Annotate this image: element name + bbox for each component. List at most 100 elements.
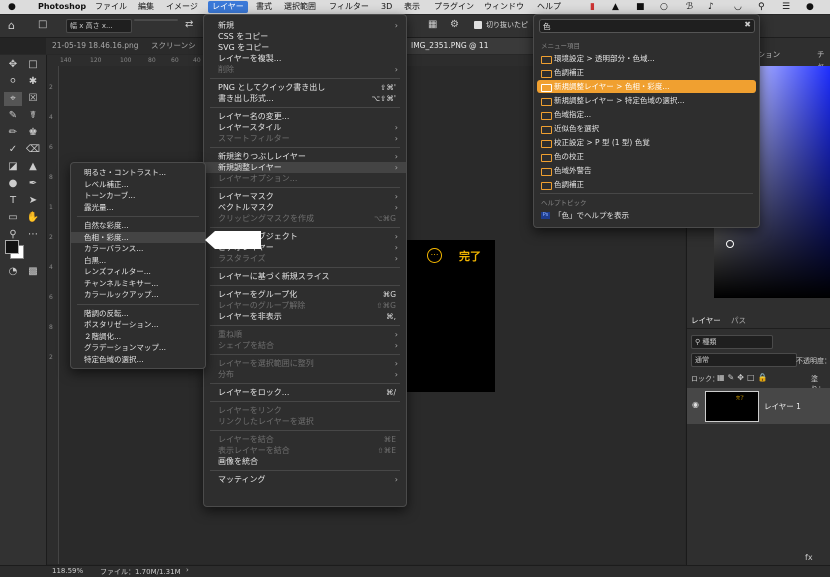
healing-brush-icon[interactable]: ☤ bbox=[24, 109, 42, 123]
search-icon[interactable]: ⚲ bbox=[758, 1, 765, 13]
menu-layer[interactable]: レイヤー bbox=[208, 1, 248, 13]
width-input[interactable] bbox=[134, 19, 178, 21]
hand-tool-icon[interactable]: ✋ bbox=[24, 211, 42, 225]
adjustment-menu-item[interactable]: 色相・彩度... bbox=[71, 231, 205, 243]
foreground-color-swatch[interactable] bbox=[5, 240, 19, 254]
delete-pixels-checkbox[interactable] bbox=[474, 21, 482, 29]
menu-filter[interactable]: フィルター bbox=[329, 1, 369, 13]
layer-menu-item[interactable]: レイヤーをグループ化 ⌘G bbox=[204, 289, 406, 300]
fx-icon[interactable]: fx bbox=[805, 553, 813, 562]
menu-view[interactable]: 表示 bbox=[404, 1, 420, 13]
adjustment-menu-item[interactable]: トーンカーブ... bbox=[71, 190, 205, 201]
rectangle-tool-icon[interactable]: ▭ bbox=[4, 211, 22, 225]
quick-mask-icon[interactable]: ◔ bbox=[4, 265, 22, 279]
help-result-item[interactable]: 色の校正 bbox=[537, 150, 756, 163]
layer-menu-item[interactable]: CSS をコピー bbox=[204, 31, 406, 42]
clear-search-icon[interactable]: ✖ bbox=[744, 20, 751, 29]
layer-menu-item[interactable]: SVG をコピー bbox=[204, 42, 406, 53]
layer-menu-item[interactable]: レイヤースタイル › bbox=[204, 122, 406, 133]
home-icon[interactable]: ⌂ bbox=[8, 19, 15, 32]
document-canvas[interactable]: ⋯ 完了 bbox=[395, 240, 495, 392]
user-icon[interactable]: ● bbox=[806, 1, 814, 13]
tab-layers[interactable]: レイヤー bbox=[691, 315, 721, 326]
marquee-tool-icon[interactable]: □ bbox=[24, 58, 42, 72]
layer-name[interactable]: レイヤー 1 bbox=[764, 401, 801, 412]
adjustment-menu-item[interactable]: カラーバランス... bbox=[71, 243, 205, 254]
layer-menu-item[interactable]: 書き出し形式... ⌥⇧⌘' bbox=[204, 93, 406, 104]
help-result-item[interactable]: 色域外警告 bbox=[537, 164, 756, 177]
adjustment-menu-item[interactable]: グラデーションマップ... bbox=[71, 342, 205, 353]
help-result-item[interactable]: 校正設定 > P 型 (1 型) 色覚 bbox=[537, 136, 756, 149]
pen-tool-icon[interactable]: ✒ bbox=[24, 177, 42, 191]
help-result-item[interactable]: 色調補正 bbox=[537, 66, 756, 79]
menu-help[interactable]: ヘルプ bbox=[537, 1, 561, 13]
layer-menu-item[interactable]: ベクトルマスク › bbox=[204, 202, 406, 213]
help-search-field[interactable]: 色 ✖ bbox=[539, 19, 755, 33]
type-tool-icon[interactable]: T bbox=[4, 194, 22, 208]
control-center-icon[interactable]: ☰ bbox=[782, 1, 790, 13]
layer-menu-item[interactable]: レイヤーを非表示 ⌘, bbox=[204, 311, 406, 322]
menu-file[interactable]: ファイル bbox=[95, 1, 127, 13]
screen-mode-icon[interactable]: ▩ bbox=[24, 265, 42, 279]
adjustment-menu-item[interactable]: 白黒... bbox=[71, 255, 205, 266]
tab-doc-1[interactable]: 21-05-19 18.46.16.png bbox=[46, 38, 151, 54]
tab-doc-3[interactable]: IMG_2351.PNG @ 11 bbox=[405, 38, 542, 54]
zoom-level[interactable]: 118.59% bbox=[52, 567, 83, 575]
menu-3d[interactable]: 3D bbox=[381, 1, 392, 13]
move-tool-icon[interactable]: ✥ bbox=[4, 58, 22, 72]
layer-menu-item[interactable]: レイヤーマスク › bbox=[204, 191, 406, 202]
path-select-icon[interactable]: ➤ bbox=[24, 194, 42, 208]
help-result-item[interactable]: 新規調整レイヤー > 特定色域の選択... bbox=[537, 94, 756, 107]
help-result-item[interactable]: 色調補正 bbox=[537, 178, 756, 191]
eyedropper-icon[interactable]: ✎ bbox=[4, 109, 22, 123]
menu-window[interactable]: ウィンドウ bbox=[484, 1, 524, 13]
layer-row[interactable]: ◉ 完了 レイヤー 1 bbox=[687, 388, 830, 424]
apple-icon[interactable]: ● bbox=[8, 1, 16, 13]
status-menu-arrow-icon[interactable]: › bbox=[186, 566, 189, 574]
adjustment-menu-item[interactable]: レベル補正... bbox=[71, 179, 205, 190]
crop-tool-icon[interactable]: ⌖ bbox=[4, 92, 22, 106]
adjustment-menu-item[interactable]: 特定色域の選択... bbox=[71, 354, 205, 365]
help-result-item[interactable]: 近似色を選択 bbox=[537, 122, 756, 135]
adjustment-menu-item[interactable]: 自然な彩度... bbox=[71, 220, 205, 231]
adjustment-menu-item[interactable]: ２階調化... bbox=[71, 331, 205, 342]
swap-icon[interactable]: ⇄ bbox=[185, 19, 193, 30]
layer-menu-item[interactable]: レイヤー名の変更... bbox=[204, 111, 406, 122]
layer-menu-item[interactable]: レイヤーを複製... bbox=[204, 53, 406, 64]
menu-app-photoshop[interactable]: Photoshop bbox=[38, 1, 86, 13]
menu-select[interactable]: 選択範囲 bbox=[284, 1, 316, 13]
menu-edit[interactable]: 編集 bbox=[138, 1, 154, 13]
layer-menu-item[interactable]: マッティング › bbox=[204, 474, 406, 485]
audio-icon[interactable]: ♪ bbox=[708, 1, 714, 13]
wifi-icon[interactable]: ◡ bbox=[734, 1, 742, 13]
help-result-item[interactable]: 環境設定 > 透明部分・色域... bbox=[537, 52, 756, 65]
frame-tool-icon[interactable]: ☒ bbox=[24, 92, 42, 106]
brush-tool-icon[interactable]: ✏ bbox=[4, 126, 22, 140]
lasso-tool-icon[interactable]: ⚪ bbox=[4, 75, 22, 89]
adjustment-menu-item[interactable]: ポスタリゼーション... bbox=[71, 319, 205, 330]
history-brush-icon[interactable]: ✓ bbox=[4, 143, 22, 157]
adjustment-menu-item[interactable]: レンズフィルター... bbox=[71, 266, 205, 277]
bluetooth-icon[interactable]: ℬ bbox=[686, 1, 693, 13]
adjustment-menu-item[interactable]: カラールックアップ... bbox=[71, 289, 205, 300]
tab-doc-2[interactable]: スクリーンシ bbox=[145, 38, 210, 54]
circle-icon[interactable]: ○ bbox=[660, 1, 668, 13]
adjustment-menu-item[interactable]: 露光量... bbox=[71, 202, 205, 213]
tab-paths[interactable]: パス bbox=[731, 315, 746, 326]
lock-icons[interactable]: ▦✎✥□🔒 bbox=[717, 373, 770, 382]
layer-menu-item[interactable]: 新規 › bbox=[204, 20, 406, 31]
help-result-item[interactable]: 色域指定... bbox=[537, 108, 756, 121]
layer-kind-filter[interactable]: ⚲ 種類 bbox=[691, 335, 773, 349]
crop-tool-icon[interactable]: □ bbox=[38, 19, 47, 30]
magic-wand-icon[interactable]: ✱ bbox=[24, 75, 42, 89]
stamp-tool-icon[interactable]: ♚ bbox=[24, 126, 42, 140]
hat-icon[interactable]: ■ bbox=[636, 1, 645, 13]
adjustment-menu-item[interactable]: チャンネルミキサー... bbox=[71, 278, 205, 289]
eye-icon[interactable]: ◉ bbox=[692, 400, 699, 409]
ratio-select[interactable]: 幅 x 高さ x... bbox=[66, 19, 132, 33]
status-app-icon[interactable]: ▮ bbox=[590, 1, 595, 13]
adjustment-menu-item[interactable]: 階調の反転... bbox=[71, 308, 205, 319]
blur-tool-icon[interactable]: ▲ bbox=[24, 160, 42, 174]
menu-plugins[interactable]: プラグイン bbox=[434, 1, 474, 13]
layer-menu-item[interactable]: レイヤーをロック... ⌘/ bbox=[204, 387, 406, 398]
